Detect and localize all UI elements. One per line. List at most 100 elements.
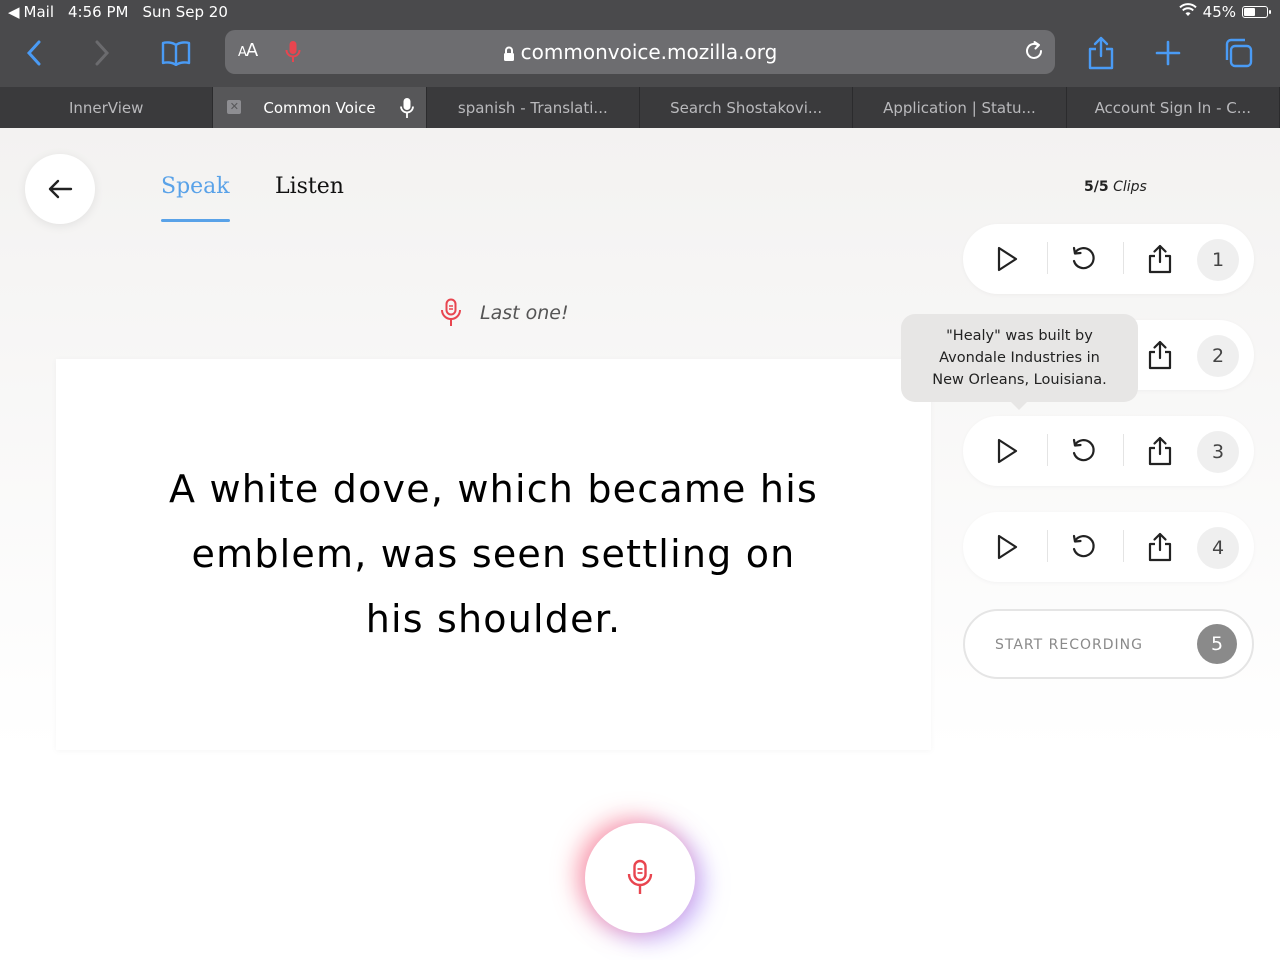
start-recording-button[interactable]: START RECORDING 5 — [963, 609, 1254, 679]
tab-application-status[interactable]: Application | Statu... — [853, 87, 1067, 128]
reload-button[interactable] — [1023, 40, 1045, 66]
wifi-icon — [1178, 3, 1197, 21]
start-recording-label: START RECORDING — [995, 637, 1143, 653]
tab-audio-mic-icon — [399, 97, 414, 123]
clips-count-value: 5/5 — [1084, 179, 1109, 195]
share-icon — [1088, 36, 1114, 70]
forward-button[interactable] — [82, 36, 122, 70]
play-button[interactable] — [989, 529, 1025, 565]
close-tab-icon[interactable]: ✕ — [227, 100, 242, 114]
share-icon — [1148, 436, 1172, 466]
back-triangle-icon: ◀ — [8, 3, 20, 21]
redo-icon — [1072, 438, 1095, 462]
url-text: commonvoice.mozilla.org — [520, 40, 778, 64]
record-mic-button[interactable] — [585, 823, 695, 933]
speak-tab-label: Speak — [161, 174, 230, 199]
clips-counter: 5/5 Clips — [1084, 179, 1147, 195]
clip-number: 3 — [1197, 431, 1239, 473]
tabs-icon — [1225, 38, 1253, 68]
tooltip-line: New Orleans, Louisiana. — [932, 372, 1107, 388]
lock-icon — [503, 46, 514, 61]
share-icon — [1148, 532, 1172, 562]
clip-number: 2 — [1197, 335, 1239, 377]
share-button[interactable] — [1081, 36, 1121, 70]
bookmarks-button[interactable] — [156, 36, 196, 70]
battery-percent: 45% — [1202, 3, 1236, 21]
share-clip-button[interactable] — [1142, 529, 1178, 565]
tab-account-sign-in[interactable]: Account Sign In - C... — [1067, 87, 1280, 128]
clip-number: 1 — [1197, 239, 1239, 281]
speak-tab[interactable]: Speak — [161, 174, 230, 222]
share-clip-button[interactable] — [1142, 241, 1178, 277]
tooltip-line: "Healy" was built by — [946, 328, 1093, 344]
arrow-left-icon — [48, 179, 73, 199]
clip-row-3: 3 — [963, 416, 1254, 486]
url-display[interactable]: commonvoice.mozilla.org — [225, 40, 1055, 64]
new-tab-button[interactable] — [1148, 36, 1188, 70]
listen-tab-label: Listen — [275, 174, 344, 199]
tooltip-line: Avondale Industries in — [939, 350, 1100, 366]
tab-label: InnerView — [68, 98, 144, 117]
tab-overview-button[interactable] — [1218, 36, 1258, 70]
divider — [1123, 434, 1124, 466]
redo-icon — [1072, 534, 1095, 558]
active-tab-underline — [161, 219, 230, 222]
clip-row-1: 1 — [963, 224, 1254, 294]
clip-number: 4 — [1197, 527, 1239, 569]
tab-label: Common Voice — [263, 98, 376, 117]
reload-icon — [1026, 41, 1042, 59]
status-bar: ◀ Mail 4:56 PM Sun Sep 20 45% — [0, 0, 1280, 24]
battery-fill — [1244, 8, 1255, 16]
clip-number: 5 — [1197, 624, 1237, 664]
battery-icon — [1242, 6, 1271, 18]
play-button[interactable] — [989, 241, 1025, 277]
rerecord-button[interactable] — [1066, 529, 1102, 565]
tab-spanish-translation[interactable]: spanish - Translati... — [427, 87, 640, 128]
tab-label: spanish - Translati... — [457, 98, 608, 117]
tab-label: Account Sign In - C... — [1094, 98, 1252, 117]
play-button[interactable] — [989, 433, 1025, 469]
last-one-prompt: Last one! — [440, 298, 569, 328]
address-bar[interactable]: AA commonvoice.mozilla.org — [225, 30, 1055, 74]
tab-label: Search Shostakovi... — [670, 98, 823, 117]
microphone-icon — [627, 859, 653, 894]
redo-icon — [1072, 246, 1095, 270]
divider — [1047, 530, 1048, 562]
clips-count-word: Clips — [1113, 179, 1147, 195]
sentence-card: A white dove, which became his emblem, w… — [56, 359, 931, 750]
status-time: 4:56 PM — [68, 3, 129, 21]
sentence-text: A white dove, which became his emblem, w… — [169, 467, 818, 641]
chevron-right-icon — [95, 40, 110, 66]
tab-innerview[interactable]: InnerView — [0, 87, 214, 128]
tab-label: Application | Statu... — [883, 98, 1036, 117]
page-content: Speak Listen 5/5 Clips Last one! A white… — [0, 128, 1280, 960]
book-icon — [161, 41, 191, 66]
divider — [1047, 242, 1048, 274]
back-button[interactable] — [14, 36, 54, 70]
status-date: Sun Sep 20 — [142, 3, 228, 21]
browser-toolbar: AA commonvoice.mozilla.org — [0, 24, 1280, 87]
tab-bar: InnerView ✕ Common Voice spanish - Trans… — [0, 87, 1280, 128]
play-icon — [997, 438, 1018, 464]
share-icon — [1148, 244, 1172, 274]
listen-tab[interactable]: Listen — [275, 174, 344, 199]
clip-row-4: 4 — [963, 512, 1254, 582]
play-icon — [997, 534, 1018, 560]
tab-common-voice[interactable]: ✕ Common Voice — [213, 87, 427, 128]
rerecord-button[interactable] — [1066, 241, 1102, 277]
last-one-text: Last one! — [480, 302, 569, 324]
rerecord-button[interactable] — [1066, 433, 1102, 469]
play-icon — [997, 246, 1018, 272]
tab-search-shostakovich[interactable]: Search Shostakovi... — [640, 87, 854, 128]
divider — [1123, 530, 1124, 562]
share-clip-button[interactable] — [1142, 337, 1178, 373]
share-icon — [1148, 340, 1172, 370]
microphone-icon — [441, 298, 461, 326]
back-to-app-link[interactable]: ◀ Mail — [8, 3, 54, 21]
back-arrow-button[interactable] — [25, 154, 95, 224]
divider — [1123, 242, 1124, 274]
back-app-label: Mail — [23, 3, 55, 21]
sentence-tooltip: "Healy" was built by Avondale Industries… — [901, 314, 1138, 410]
share-clip-button[interactable] — [1142, 433, 1178, 469]
divider — [1047, 434, 1048, 466]
